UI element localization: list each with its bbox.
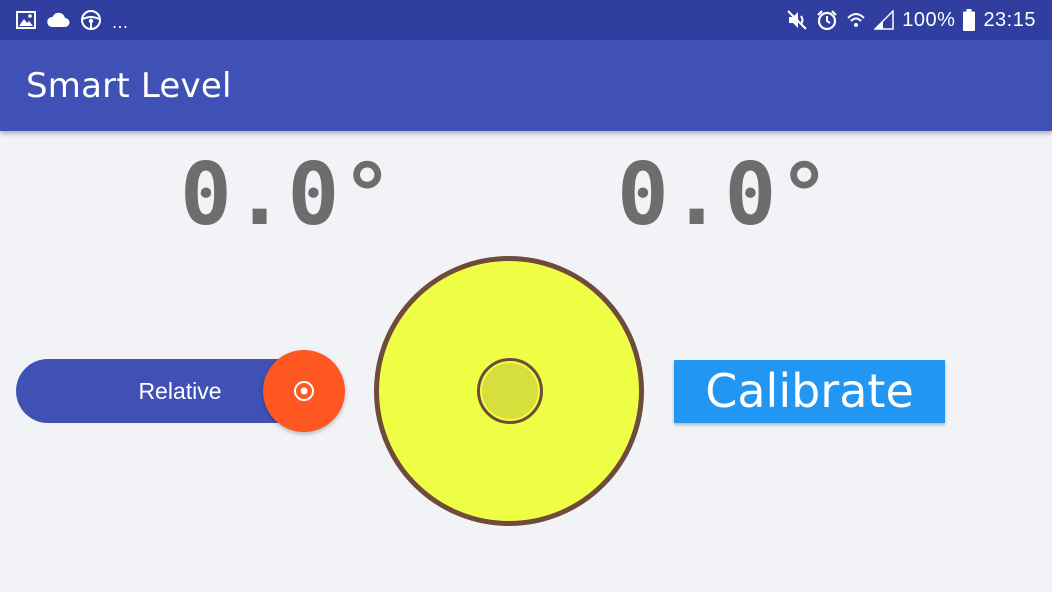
x-angle-readout: 0.0° <box>180 145 396 245</box>
target-icon <box>292 379 316 408</box>
battery-percentage: 100% <box>902 8 956 31</box>
mute-icon <box>786 9 808 31</box>
y-angle-readout: 0.0° <box>617 145 833 245</box>
wifi-icon <box>846 10 866 30</box>
calibrate-button[interactable]: Calibrate <box>674 360 945 423</box>
battery-icon <box>963 9 976 31</box>
notification-overflow: ... <box>112 11 129 32</box>
app-title: Smart Level <box>26 66 232 106</box>
status-bar-right: 100% 23:15 <box>786 6 1036 34</box>
clock: 23:15 <box>983 8 1036 31</box>
steering-wheel-icon <box>80 9 102 31</box>
level-bubble <box>482 363 538 419</box>
cloud-icon <box>46 12 70 28</box>
status-bar-left: ... <box>16 8 129 32</box>
status-bar: ... 100% 23:15 <box>0 0 1052 40</box>
signal-icon <box>874 10 895 30</box>
relative-toggle-knob[interactable] <box>263 350 345 432</box>
app-bar: Smart Level <box>0 40 1052 131</box>
image-icon <box>16 11 36 29</box>
alarm-icon <box>816 9 838 31</box>
